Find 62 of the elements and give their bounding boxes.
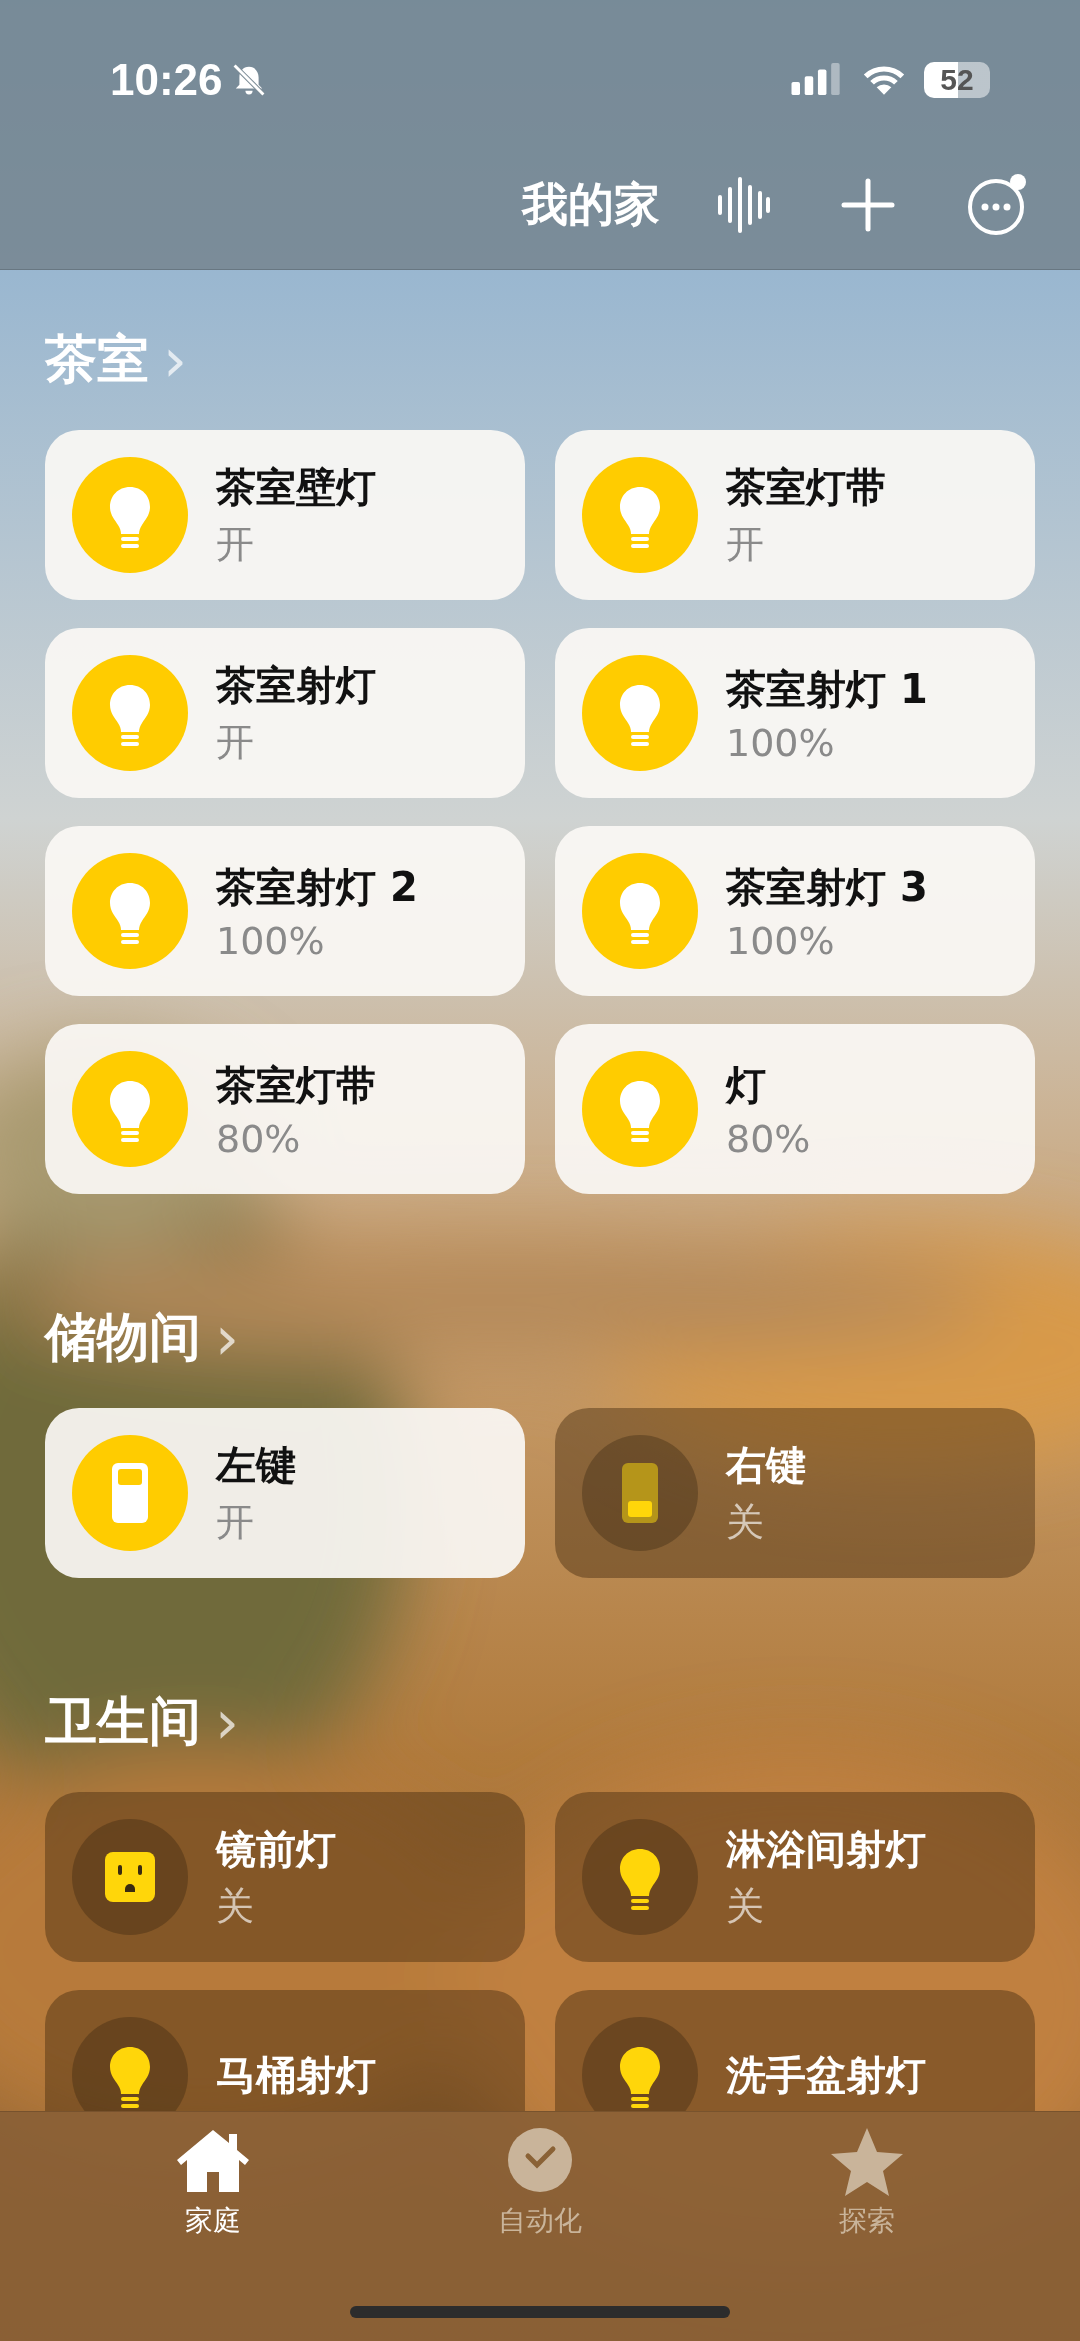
voice-wave-icon[interactable] <box>716 175 772 235</box>
room-title[interactable]: 卫生间 <box>45 1687 201 1757</box>
chevron-icon[interactable]: › <box>215 1692 239 1752</box>
accessory-name: 茶室灯带 <box>726 463 886 512</box>
accessory-name: 右键 <box>726 1441 806 1490</box>
bulb-icon <box>582 853 698 969</box>
accessory-name: 淋浴间射灯 <box>726 1825 926 1874</box>
bulb-icon <box>582 2017 698 2111</box>
accessory-tile[interactable]: 茶室灯带 开 <box>555 430 1035 600</box>
accessory-tile[interactable]: 茶室壁灯 开 <box>45 430 525 600</box>
accessory-name: 洗手盆射灯 <box>726 2050 926 2100</box>
home-title: 我的家 <box>522 176 660 233</box>
bulb-icon <box>582 1051 698 1167</box>
accessory-status: 开 <box>216 521 255 568</box>
accessory-name: 茶室射灯 2 <box>216 862 418 912</box>
accessory-tile[interactable]: 淋浴间射灯 关 <box>555 1792 1035 1962</box>
bulb-icon <box>582 457 698 573</box>
switch-icon <box>582 1435 698 1551</box>
bell-off-icon <box>230 62 267 98</box>
accessory-name: 镜前灯 <box>216 1825 336 1874</box>
accessory-tile[interactable]: 茶室射灯 1 100% <box>555 628 1035 798</box>
bulb-icon <box>72 457 188 573</box>
status-time: 10:26 <box>110 55 223 105</box>
accessory-tile[interactable]: 左键 开 <box>45 1408 525 1578</box>
accessory-tile[interactable]: 茶室射灯 开 <box>45 628 525 798</box>
accessory-tile[interactable]: 镜前灯 关 <box>45 1792 525 1962</box>
bulb-icon <box>72 2017 188 2111</box>
battery-icon: 52 <box>924 62 990 98</box>
accessory-status: 100% <box>726 918 836 963</box>
tab-item[interactable]: 家庭 <box>113 2126 314 2240</box>
accessory-tile[interactable]: 茶室射灯 2 100% <box>45 826 525 996</box>
outlet-icon <box>72 1819 188 1935</box>
switch-icon <box>72 1435 188 1551</box>
bulb-icon <box>72 853 188 969</box>
accessory-name: 左键 <box>216 1441 296 1490</box>
accessory-name: 茶室射灯 <box>216 661 376 710</box>
accessory-status: 80% <box>216 1116 302 1161</box>
bulb-icon <box>72 1051 188 1167</box>
bulb-icon <box>72 655 188 771</box>
accessory-status: 开 <box>216 1499 255 1546</box>
accessory-name: 灯 <box>726 1060 767 1110</box>
accessory-status: 80% <box>726 1116 811 1161</box>
accessory-status: 关 <box>726 1499 765 1546</box>
accessory-name: 马桶射灯 <box>216 2050 376 2100</box>
accessory-name: 茶室壁灯 <box>216 463 376 512</box>
accessory-status: 开 <box>216 719 255 766</box>
bulb-icon <box>582 655 698 771</box>
accessory-tile[interactable]: 茶室灯带 80% <box>45 1024 525 1194</box>
accessory-tile[interactable]: 右键 关 <box>555 1408 1035 1578</box>
accessory-status: 开 <box>726 521 765 568</box>
accessory-name: 茶室射灯 1 <box>726 664 928 714</box>
accessory-status: 100% <box>726 720 836 765</box>
bulb-icon <box>582 1819 698 1935</box>
accessory-tile[interactable]: 灯 80% <box>555 1024 1035 1194</box>
accessory-name: 茶室射灯 3 <box>726 862 928 912</box>
accessory-name: 茶室灯带 <box>216 1060 376 1110</box>
wifi-icon <box>862 63 906 97</box>
accessory-tile[interactable]: 茶室射灯 3 100% <box>555 826 1035 996</box>
room-title[interactable]: 储物间 <box>45 1303 201 1373</box>
accessory-status: 关 <box>726 1883 765 1930</box>
accessory-status: 关 <box>216 1883 255 1930</box>
accessory-status: 100% <box>216 918 326 963</box>
